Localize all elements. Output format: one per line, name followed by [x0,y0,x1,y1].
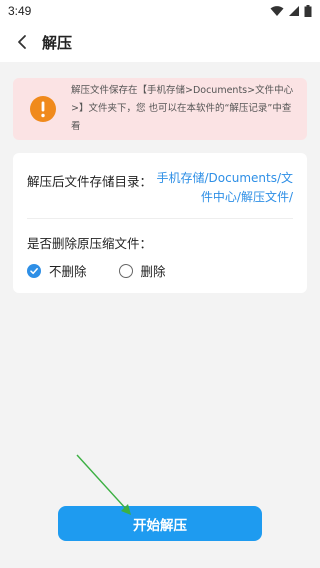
divider [27,218,293,219]
notice-text: 解压文件保存在【手机存储>Documents>文件中心>】文件夹下，您 也可以在… [71,85,294,132]
back-button[interactable] [4,22,40,62]
settings-card: 解压后文件存储目录： 手机存储/Documents/文件中心/解压文件/ 是否删… [13,153,307,293]
option-delete[interactable]: 删除 [118,261,166,280]
status-bar: 3:49 [0,0,320,22]
delete-label: 是否删除原压缩文件： [27,236,153,251]
radio-checked-icon [27,263,41,278]
storage-path-link[interactable]: 手机存储/Documents/文件中心/解压文件/ [153,169,293,207]
status-icons [270,5,312,17]
chevron-left-icon [18,35,26,49]
delete-options: 不删除 删除 [27,261,198,280]
wifi-icon [270,6,284,16]
option-keep-label: 不删除 [49,264,87,279]
radio-unchecked-icon [118,263,133,278]
app-bar: 解压 [0,22,320,62]
status-time: 3:49 [8,4,32,18]
option-delete-label: 删除 [140,264,166,279]
signal-icon [289,6,299,16]
start-extract-button[interactable]: 开始解压 [58,506,262,541]
battery-icon [304,5,312,17]
page-title: 解压 [42,33,73,52]
option-keep[interactable]: 不删除 [27,261,87,280]
notice-banner: 解压文件保存在【手机存储>Documents>文件中心>】文件夹下，您 也可以在… [13,78,307,140]
warning-icon [30,96,56,122]
storage-label: 解压后文件存储目录： [27,174,153,189]
